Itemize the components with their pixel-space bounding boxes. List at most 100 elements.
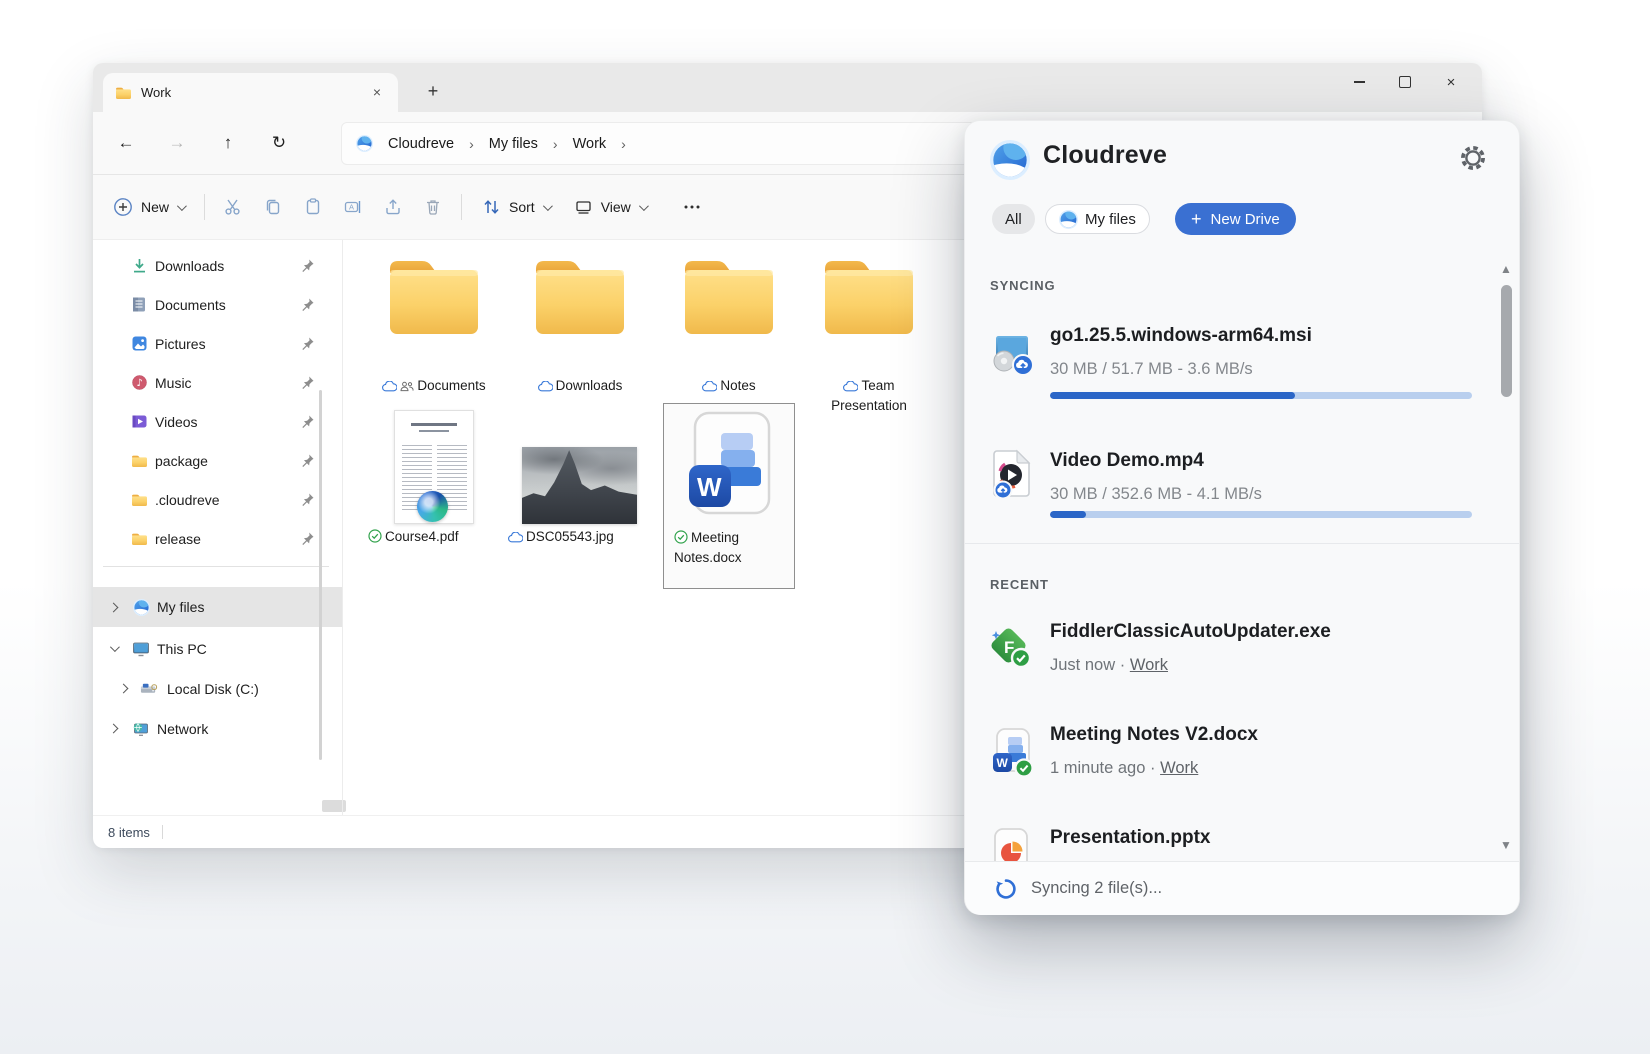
local-disk-icon: [140, 680, 158, 698]
chevron-right-icon[interactable]: [105, 599, 121, 615]
rename-button[interactable]: A: [333, 189, 373, 225]
sidebar-divider: [103, 566, 329, 567]
breadcrumb-item-work[interactable]: Work: [573, 136, 607, 152]
back-button[interactable]: ←: [107, 126, 145, 160]
tab-work[interactable]: Work ×: [103, 73, 398, 112]
sidebar-item-package[interactable]: package: [93, 441, 342, 480]
new-tab-button[interactable]: +: [420, 79, 446, 105]
view-button-label: View: [601, 199, 631, 215]
installer-file-icon: [989, 331, 1035, 377]
plus-circle-icon: [113, 197, 133, 217]
breadcrumb-item-cloudreve[interactable]: Cloudreve: [388, 136, 454, 152]
pin-icon: [300, 336, 316, 352]
sidebar-item-label: Pictures: [155, 336, 206, 352]
recent-file-name: FiddlerClassicAutoUpdater.exe: [1050, 621, 1331, 643]
forward-button[interactable]: →: [158, 126, 196, 160]
sidebar-item-release[interactable]: release: [93, 519, 342, 558]
recent-file-meta: Just now · Work: [1050, 656, 1168, 675]
folder-tile-notes[interactable]: Notes: [657, 255, 801, 348]
cloudreve-drive-icon: [132, 598, 150, 616]
maximize-button[interactable]: [1382, 67, 1428, 97]
folder-tile-documents[interactable]: Documents: [362, 255, 506, 348]
folder-icon: [130, 452, 148, 470]
edge-browser-icon: [417, 491, 448, 522]
toolbar-separator: [461, 194, 462, 220]
progress-fill: [1050, 511, 1086, 518]
sidebar: Downloads Documents Pictures: [93, 240, 342, 815]
sidebar-item-local-disk-c[interactable]: Local Disk (C:): [93, 669, 342, 708]
copy-button[interactable]: [253, 189, 293, 225]
file-label: DSC05543.jpg: [508, 528, 652, 548]
share-button[interactable]: [373, 189, 413, 225]
this-pc-icon: [132, 640, 150, 658]
new-button[interactable]: New: [101, 189, 196, 225]
sidebar-item-music[interactable]: ♪ Music: [93, 363, 342, 402]
close-button[interactable]: ×: [1428, 67, 1474, 97]
svg-text:♪: ♪: [136, 378, 142, 389]
folder-tile-team-presentation[interactable]: Team Presentation: [809, 255, 929, 348]
file-tile-course4-pdf[interactable]: Course4.pdf: [368, 403, 500, 583]
work-location-link[interactable]: Work: [1130, 656, 1168, 674]
cloudreve-logo-icon: [356, 135, 373, 152]
folder-label: Documents: [368, 377, 500, 397]
folder-label: Team Presentation: [823, 377, 915, 415]
status-separator: [162, 825, 163, 839]
sidebar-item-label: Music: [155, 375, 192, 391]
toolbar-separator: [204, 194, 205, 220]
breadcrumb-item-my-files[interactable]: My files: [489, 136, 538, 152]
more-options-button[interactable]: [672, 189, 712, 225]
delete-button[interactable]: [413, 189, 453, 225]
pin-icon: [300, 492, 316, 508]
panel-scrollbar-thumb[interactable]: [1501, 285, 1512, 397]
pin-icon: [300, 453, 316, 469]
refresh-button[interactable]: ↻: [260, 126, 298, 160]
sidebar-item-cloudreve-folder[interactable]: .cloudreve: [93, 480, 342, 519]
up-button[interactable]: ↑: [209, 126, 247, 160]
sort-button[interactable]: Sort: [470, 190, 562, 224]
cloud-status-icon: [508, 530, 523, 548]
pictures-icon: [130, 335, 148, 353]
sidebar-item-my-files[interactable]: My files: [93, 587, 342, 627]
minimize-button[interactable]: [1336, 67, 1382, 97]
items-count: 8 items: [108, 825, 150, 840]
folder-tile-downloads[interactable]: Downloads: [508, 255, 652, 348]
chevron-right-icon[interactable]: [115, 681, 131, 697]
chevron-down-icon: [543, 201, 553, 211]
cut-button[interactable]: [213, 189, 253, 225]
powerpoint-file-icon: [991, 827, 1035, 861]
folder-icon: [677, 255, 781, 343]
tab-close-icon[interactable]: ×: [368, 84, 386, 102]
panel-footer: Syncing 2 file(s)...: [965, 861, 1519, 915]
sidebar-item-pictures[interactable]: Pictures: [93, 324, 342, 363]
sidebar-item-downloads[interactable]: Downloads: [93, 246, 342, 285]
sidebar-scrollbar[interactable]: [319, 390, 322, 760]
view-icon: [574, 198, 593, 216]
shared-people-icon: [400, 379, 414, 397]
filter-all[interactable]: All: [992, 204, 1035, 234]
view-button[interactable]: View: [562, 190, 658, 224]
filter-my-files[interactable]: My files: [1045, 204, 1150, 234]
settings-button[interactable]: [1459, 144, 1487, 172]
sidebar-item-videos[interactable]: Videos: [93, 402, 342, 441]
sidebar-item-this-pc[interactable]: This PC: [93, 629, 342, 668]
svg-text:A: A: [349, 202, 354, 211]
network-icon: [132, 720, 150, 738]
svg-text:W: W: [697, 472, 722, 502]
sidebar-item-documents[interactable]: Documents: [93, 285, 342, 324]
scroll-down-icon[interactable]: ▼: [1498, 838, 1514, 852]
pin-icon: [300, 531, 316, 547]
paste-button[interactable]: [293, 189, 333, 225]
chevron-right-icon[interactable]: [105, 721, 121, 737]
file-tile-meeting-notes-docx[interactable]: W Meeting Notes.docx: [663, 403, 795, 589]
sidebar-item-network[interactable]: Network: [93, 709, 342, 748]
chevron-down-icon[interactable]: [105, 641, 121, 657]
pin-icon: [300, 258, 316, 274]
sync-file-name: Video Demo.mp4: [1050, 450, 1204, 472]
folder-icon: [382, 255, 486, 343]
work-location-link[interactable]: Work: [1160, 759, 1198, 777]
scroll-up-icon[interactable]: ▲: [1498, 262, 1514, 276]
synced-check-icon: [674, 530, 688, 549]
sync-refresh-icon: [995, 878, 1017, 900]
file-tile-dsc05543-jpg[interactable]: DSC05543.jpg: [514, 403, 646, 583]
recent-file-meta: 1 minute ago · Work: [1050, 759, 1198, 778]
